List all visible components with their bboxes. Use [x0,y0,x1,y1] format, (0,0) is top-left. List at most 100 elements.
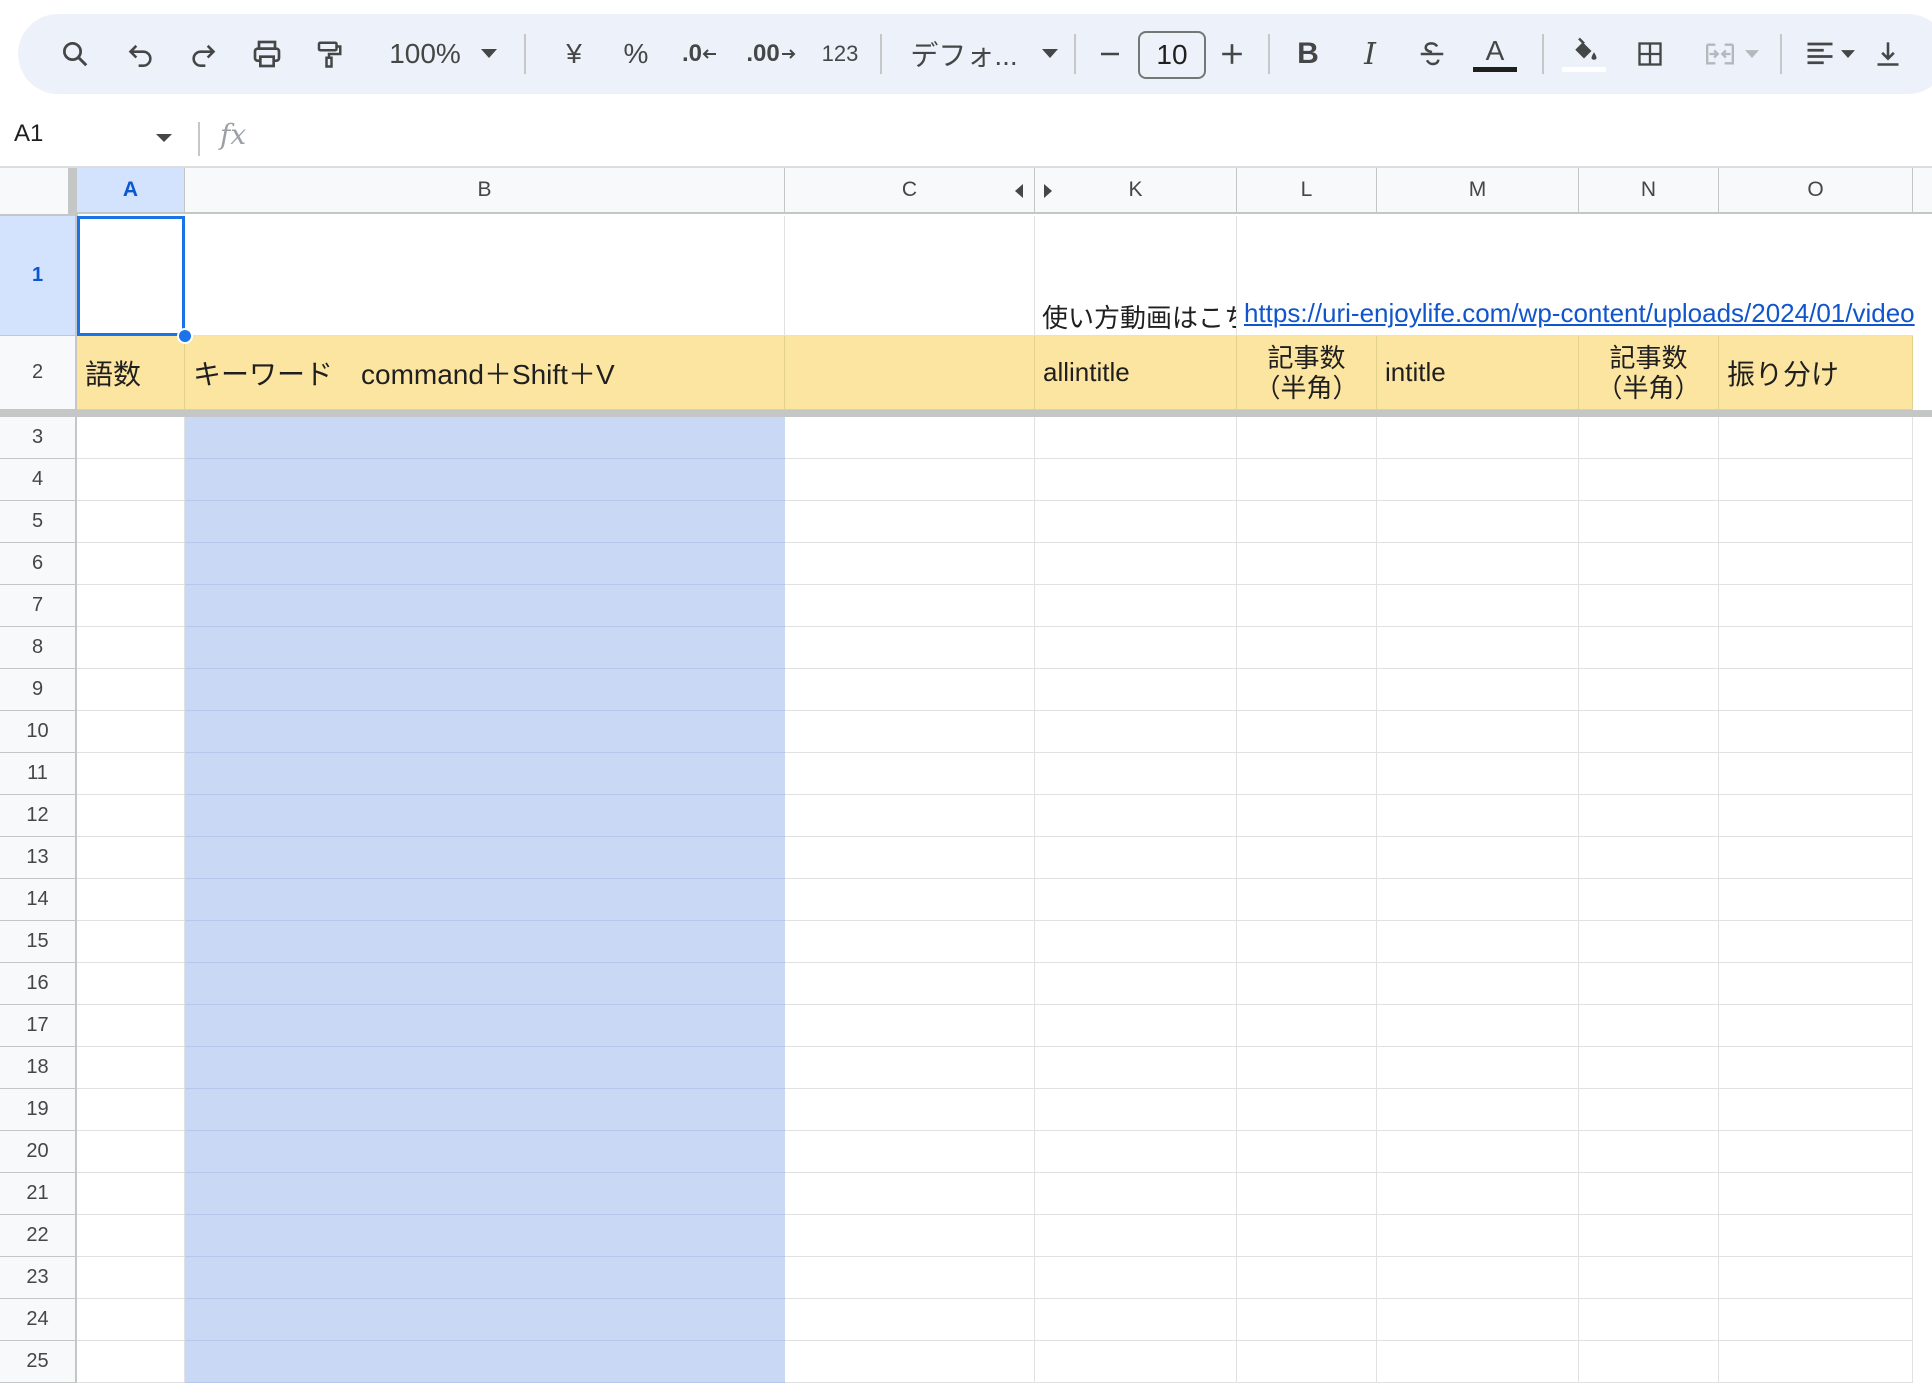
grid-cell[interactable] [77,1005,185,1047]
row-header-15[interactable]: 15 [0,921,77,963]
row-header-7[interactable]: 7 [0,585,77,627]
grid-cell[interactable] [1377,711,1579,753]
grid-cell[interactable] [1035,795,1237,837]
strikethrough-button[interactable] [1406,22,1458,86]
grid-cell[interactable] [1377,627,1579,669]
grid-cell[interactable] [1579,753,1719,795]
grid-cell[interactable] [1579,585,1719,627]
frozen-rows-divider[interactable] [0,410,1932,417]
grid-cell[interactable] [77,1089,185,1131]
selected-range-cell[interactable] [185,1047,785,1089]
grid-cell[interactable] [785,963,1035,1005]
grid-cell[interactable] [1719,585,1913,627]
row-header-13[interactable]: 13 [0,837,77,879]
grid-cell[interactable] [1579,837,1719,879]
grid-cell[interactable] [77,543,185,585]
grid-cell[interactable] [77,417,185,459]
grid-cell[interactable] [785,837,1035,879]
grid-cell[interactable] [1579,1131,1719,1173]
grid-cell[interactable] [1579,1173,1719,1215]
selected-range-cell[interactable] [185,1341,785,1383]
grid-cell[interactable] [77,1215,185,1257]
row-header-11[interactable]: 11 [0,753,77,795]
grid-cell[interactable] [77,501,185,543]
grid-cell[interactable] [785,711,1035,753]
grid-cell[interactable] [77,1131,185,1173]
selected-range-cell[interactable] [185,1131,785,1173]
grid-cell[interactable] [1719,753,1913,795]
grid-cell[interactable] [77,963,185,1005]
paint-format-icon[interactable] [304,22,354,86]
grid-cell[interactable] [785,1215,1035,1257]
grid-cell[interactable] [1237,1005,1377,1047]
grid-cell[interactable] [1035,1299,1237,1341]
selected-range-cell[interactable] [185,1299,785,1341]
grid-cell[interactable] [1579,879,1719,921]
grid-cell[interactable] [785,921,1035,963]
search-menus-icon[interactable] [50,22,100,86]
grid-cell[interactable] [785,1005,1035,1047]
grid-cell[interactable] [1377,459,1579,501]
row-header-9[interactable]: 9 [0,669,77,711]
selected-range-cell[interactable] [185,963,785,1005]
cell-a2[interactable]: 語数 [77,336,185,410]
undo-icon[interactable] [116,22,166,86]
grid-cell[interactable] [1377,669,1579,711]
grid-cell[interactable] [77,1173,185,1215]
grid-cell[interactable] [1377,417,1579,459]
grid-cell[interactable] [785,669,1035,711]
borders-button[interactable] [1624,22,1676,86]
grid-cell[interactable] [1035,627,1237,669]
grid-cell[interactable] [1237,963,1377,1005]
grid-cell[interactable] [1035,543,1237,585]
column-header-c[interactable]: C [785,168,1035,214]
grid-cell[interactable] [1377,1005,1579,1047]
increase-font-size-button[interactable] [1210,22,1254,86]
text-color-button[interactable]: A [1468,22,1522,86]
bold-button[interactable]: B [1282,22,1334,86]
grid-cell[interactable] [1579,459,1719,501]
cell-c2[interactable] [785,336,1035,410]
grid-cell[interactable] [1035,1005,1237,1047]
grid-cell[interactable] [77,585,185,627]
grid-cell[interactable] [1579,543,1719,585]
row-header-1[interactable]: 1 [0,216,77,336]
grid-cell[interactable] [785,1257,1035,1299]
grid-cell[interactable] [1035,921,1237,963]
grid-cell[interactable] [77,459,185,501]
percent-button[interactable]: % [612,22,660,86]
grid-cell[interactable] [1237,669,1377,711]
grid-cell[interactable] [1377,1341,1579,1383]
grid-cell[interactable] [785,501,1035,543]
grid-cell[interactable] [785,216,1035,336]
grid-cell[interactable] [1579,1047,1719,1089]
grid-cell[interactable] [1719,501,1913,543]
grid-cell[interactable] [1579,417,1719,459]
grid-cell[interactable] [1719,879,1913,921]
grid-cell[interactable] [1377,1257,1579,1299]
grid-cell[interactable] [785,459,1035,501]
column-header-n[interactable]: N [1579,168,1719,214]
row-header-19[interactable]: 19 [0,1089,77,1131]
chevron-down-icon[interactable] [156,134,172,142]
grid-cell[interactable] [1719,1341,1913,1383]
grid-cell[interactable] [1035,963,1237,1005]
grid-cell[interactable] [1237,627,1377,669]
grid-cell[interactable] [1237,753,1377,795]
cell-m2[interactable]: intitle [1377,336,1579,410]
grid-cell[interactable] [1719,963,1913,1005]
grid-cell[interactable] [77,837,185,879]
grid-cell[interactable] [1035,417,1237,459]
font-size-input[interactable]: 10 [1138,31,1206,79]
grid-cell[interactable] [1579,627,1719,669]
grid-cell[interactable] [785,543,1035,585]
grid-cell[interactable] [1035,1047,1237,1089]
grid-cell[interactable] [1237,1215,1377,1257]
grid-cell[interactable] [785,1341,1035,1383]
selected-range-cell[interactable] [185,837,785,879]
grid-cell[interactable] [1237,1299,1377,1341]
column-header-o[interactable]: O [1719,168,1913,214]
row-header-2[interactable]: 2 [0,336,77,410]
grid-cell[interactable] [77,669,185,711]
row-header-20[interactable]: 20 [0,1131,77,1173]
